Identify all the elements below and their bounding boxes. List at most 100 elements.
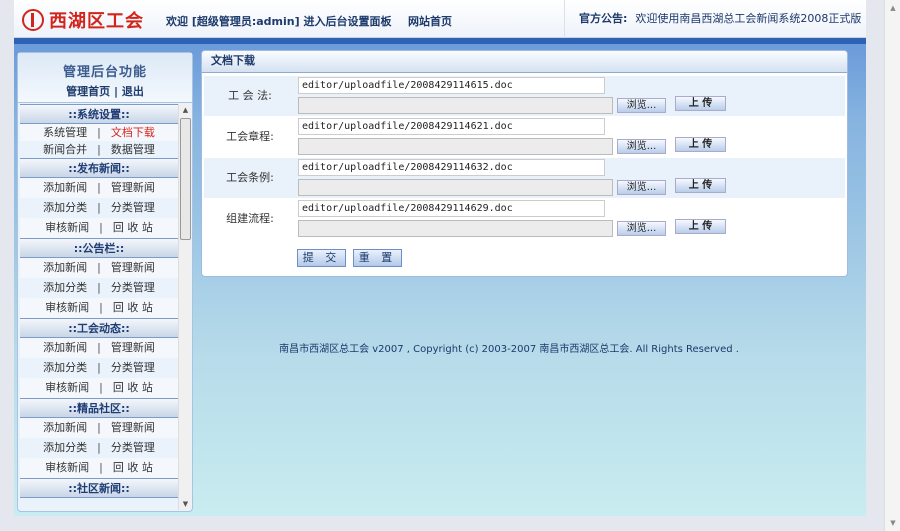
logout-link[interactable]: 退出 — [122, 85, 144, 98]
welcome-text: 欢迎 [超级管理员:admin] 进入后台设置面板 — [166, 15, 392, 28]
scroll-thumb[interactable] — [180, 118, 191, 240]
menu-item[interactable]: 审核新闻 — [45, 458, 89, 478]
footer-copyright: 南昌市西湖区总工会 v2007 , Copyright (c) 2003-200… — [279, 344, 739, 355]
upload-button[interactable]: 上 传 — [675, 219, 726, 234]
file-select-input[interactable] — [298, 220, 613, 237]
menu-item[interactable]: 添加分类 — [43, 198, 87, 218]
notice-label: 官方公告: — [579, 12, 628, 25]
file-select-input[interactable] — [298, 97, 613, 114]
upload-button[interactable]: 上 传 — [675, 178, 726, 193]
menu-item[interactable]: 系统管理 — [43, 124, 87, 141]
file-path-input[interactable]: editor/uploadfile/2008429114632.doc — [298, 159, 605, 176]
footer-divider — [204, 330, 774, 331]
browse-button[interactable]: 浏览... — [617, 139, 666, 154]
separator: | — [97, 143, 101, 156]
menu-row: 新闻合并 | 数据管理 — [20, 141, 178, 158]
menu-row: 添加新闻 | 管理新闻 — [20, 258, 178, 278]
menu-item[interactable]: 添加新闻 — [43, 258, 87, 278]
separator: | — [97, 181, 101, 194]
menu-section-header: ::公告栏:: — [20, 238, 178, 258]
sidebar-title: 管理后台功能 — [62, 65, 147, 80]
upload-button[interactable]: 上 传 — [675, 96, 726, 111]
file-path-input[interactable]: editor/uploadfile/2008429114629.doc — [298, 200, 605, 217]
upload-row: 工 会 法: editor/uploadfile/2008429114615.d… — [204, 76, 845, 116]
separator: | — [97, 281, 101, 294]
browse-button[interactable]: 浏览... — [617, 221, 666, 236]
separator: | — [97, 421, 101, 434]
field-label: 工会章程: — [226, 130, 274, 143]
admin-home-link[interactable]: 管理首页 — [66, 85, 110, 98]
menu-item[interactable]: 回 收 站 — [113, 378, 153, 398]
menu-item[interactable]: 文档下载 — [111, 124, 155, 141]
menu-item[interactable]: 添加分类 — [43, 438, 87, 458]
menu-item[interactable]: 管理新闻 — [111, 258, 155, 278]
file-path-input[interactable]: editor/uploadfile/2008429114621.doc — [298, 118, 605, 135]
browse-button[interactable]: 浏览... — [617, 98, 666, 113]
separator: | — [97, 261, 101, 274]
panel-title: 文档下载 — [202, 51, 847, 73]
scroll-up-icon[interactable]: ▲ — [885, 4, 900, 12]
menu-item[interactable]: 分类管理 — [111, 278, 155, 298]
menu-item[interactable]: 添加新闻 — [43, 338, 87, 358]
menu-section-header: ::发布新闻:: — [20, 158, 178, 178]
menu-item[interactable]: 管理新闻 — [111, 418, 155, 438]
upload-button[interactable]: 上 传 — [675, 137, 726, 152]
scroll-down-icon[interactable]: ▼ — [885, 519, 900, 527]
logo: 西湖区工会 — [22, 7, 144, 33]
separator: | — [97, 361, 101, 374]
site-home-link[interactable]: 网站首页 — [408, 13, 452, 29]
menu-item[interactable]: 分类管理 — [111, 198, 155, 218]
field-label: 工会条例: — [226, 171, 274, 184]
file-select-input[interactable] — [298, 138, 613, 155]
menu-item[interactable]: 回 收 站 — [113, 458, 153, 478]
field-label: 工 会 法: — [228, 89, 272, 102]
menu-item[interactable]: 管理新闻 — [111, 338, 155, 358]
notice-text: 欢迎使用南昌西湖总工会新闻系统2008正式版 — [635, 12, 862, 25]
menu-item[interactable]: 回 收 站 — [113, 218, 153, 238]
window-scrollbar[interactable]: ▲ ▼ — [884, 0, 900, 531]
menu-row: 审核新闻 | 回 收 站 — [20, 298, 178, 318]
scroll-down-icon[interactable]: ▼ — [179, 500, 192, 508]
sidebar-header: 管理后台功能 管理首页 | 退出 — [18, 53, 192, 103]
menu-row: 审核新闻 | 回 收 站 — [20, 218, 178, 238]
scroll-up-icon[interactable]: ▲ — [179, 106, 192, 114]
menu-item[interactable]: 添加分类 — [43, 278, 87, 298]
menu-item[interactable]: 分类管理 — [111, 358, 155, 378]
union-emblem-icon — [22, 9, 44, 31]
menu-item[interactable]: 新闻合并 — [43, 141, 87, 158]
document-download-panel: 文档下载 工 会 法: editor/uploadfile/2008429114… — [201, 50, 848, 277]
menu-section-header: ::社区新闻:: — [20, 478, 178, 498]
browse-button[interactable]: 浏览... — [617, 180, 666, 195]
menu-item[interactable]: 数据管理 — [111, 141, 155, 158]
separator: | — [99, 461, 103, 474]
menu-section-header: ::系统设置:: — [20, 104, 178, 124]
menu-section-header: ::精品社区:: — [20, 398, 178, 418]
menu-row: 审核新闻 | 回 收 站 — [20, 458, 178, 478]
file-select-input[interactable] — [298, 179, 613, 196]
menu-item[interactable]: 添加分类 — [43, 358, 87, 378]
field-label: 组建流程: — [226, 212, 274, 225]
menu-row: 添加分类 | 分类管理 — [20, 358, 178, 378]
menu-item[interactable]: 分类管理 — [111, 438, 155, 458]
menu-row: 添加新闻 | 管理新闻 — [20, 178, 178, 198]
menu-item[interactable]: 添加新闻 — [43, 418, 87, 438]
menu-item[interactable]: 管理新闻 — [111, 178, 155, 198]
upload-row: 工会条例: editor/uploadfile/2008429114632.do… — [204, 158, 845, 198]
menu-item[interactable]: 审核新闻 — [45, 298, 89, 318]
file-path-input[interactable]: editor/uploadfile/2008429114615.doc — [298, 77, 605, 94]
page-frame: 西湖区工会 欢迎 [超级管理员:admin] 进入后台设置面板 网站首页 官方公… — [14, 0, 866, 516]
submit-button[interactable]: 提 交 — [297, 249, 346, 267]
sidebar-menu: ::系统设置:: 系统管理 | 文档下载 新闻合并 | 数据管理::发布新闻:: 添加新闻 | 管… — [20, 104, 178, 510]
menu-item[interactable]: 回 收 站 — [113, 298, 153, 318]
menu-section-header: ::工会动态:: — [20, 318, 178, 338]
menu-item[interactable]: 审核新闻 — [45, 378, 89, 398]
upload-row: 组建流程: editor/uploadfile/2008429114629.do… — [204, 199, 845, 239]
separator: | — [97, 201, 101, 214]
menu-item[interactable]: 审核新闻 — [45, 218, 89, 238]
nav-bar — [14, 38, 866, 44]
menu-row: 添加新闻 | 管理新闻 — [20, 418, 178, 438]
separator: | — [99, 221, 103, 234]
reset-button[interactable]: 重 置 — [353, 249, 402, 267]
sidebar-scrollbar[interactable]: ▲ ▼ — [178, 104, 191, 510]
menu-item[interactable]: 添加新闻 — [43, 178, 87, 198]
